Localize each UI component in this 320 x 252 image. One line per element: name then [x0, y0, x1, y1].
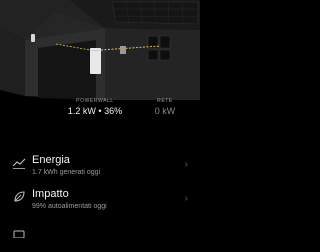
chevron-right-icon: › — [184, 159, 188, 170]
grid-value: 0 kW — [154, 106, 176, 116]
menu-item-subtitle: 1.7 kWh generati oggi — [32, 169, 101, 176]
menu-list: Energia 1.7 kWh generati oggi › Impatto … — [0, 150, 200, 252]
menu-item-impatto[interactable]: Impatto 99% autoalimentati oggi › — [0, 184, 200, 218]
powerwall-stat[interactable]: POWERWALL 1.2 kW • 36% — [60, 98, 130, 116]
menu-item-subtitle: 99% autoalimentati oggi — [32, 203, 107, 210]
grid-stat[interactable]: RETE 0 kW — [150, 98, 180, 116]
powerwall-value: 1.2 kW • 36% — [67, 106, 123, 116]
grid-label: RETE — [157, 98, 173, 104]
menu-item-energia[interactable]: Energia 1.7 kWh generati oggi › — [0, 150, 200, 184]
house-illustration — [0, 0, 200, 106]
leaf-icon — [12, 190, 26, 204]
partial-icon — [12, 224, 26, 239]
chart-line-icon — [12, 156, 26, 170]
menu-item-title: Energia — [32, 154, 70, 166]
chevron-right-icon: › — [184, 193, 188, 204]
menu-item-partial[interactable] — [0, 218, 200, 252]
powerwall-label: POWERWALL — [76, 98, 114, 104]
menu-item-title: Impatto — [32, 188, 69, 200]
house-graphic — [0, 0, 200, 106]
